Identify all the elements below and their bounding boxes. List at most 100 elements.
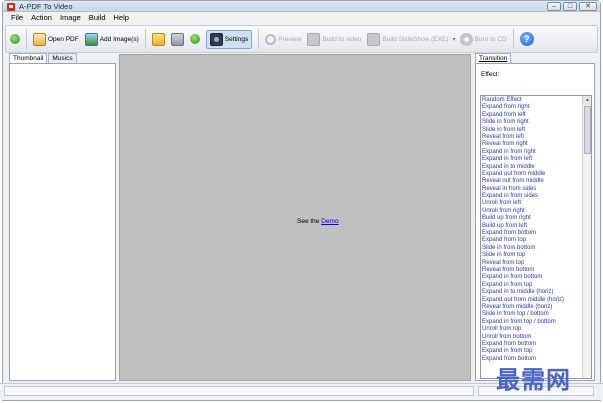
effect-list-item[interactable]: Slide in from top / bottom [481, 311, 581, 318]
effect-list-item[interactable]: Expand out from middle [481, 171, 581, 178]
left-tab-strip: Thumbnail Musics [9, 53, 78, 63]
effect-list-item[interactable]: Expand in from top [481, 282, 581, 289]
transition-panel: Effect: Random Effect Expand from right Ex… [475, 63, 595, 381]
effect-list-item[interactable]: Reveal from bottom [481, 267, 581, 274]
settings-icon [209, 32, 223, 46]
open-pdf-label: Open PDF [48, 35, 79, 43]
preview-label: Preview [278, 35, 302, 43]
menu-bar: File Action Image Build Help [3, 12, 600, 23]
open-project-button[interactable] [151, 32, 165, 46]
status-cell-main [4, 386, 474, 396]
green-help-icon [189, 34, 200, 44]
effect-list-item[interactable]: Expand from left [481, 112, 581, 119]
effect-list-item[interactable]: Reveal from middle (horiz) [481, 304, 581, 311]
menu-image[interactable]: Image [60, 13, 81, 22]
tab-transition[interactable]: Transition [475, 53, 512, 63]
maximize-button[interactable]: □ [563, 2, 577, 11]
effect-listbox[interactable]: Random Effect Expand from right Expand fro… [480, 95, 592, 379]
chevron-down-icon[interactable]: ▾ [453, 36, 456, 43]
effect-list-item[interactable]: Unroll from bottom [481, 334, 581, 341]
build-video-button[interactable]: Build to video [307, 32, 362, 46]
effect-list-item[interactable]: Expand from right [481, 104, 581, 111]
menu-build[interactable]: Build [89, 13, 106, 22]
tab-musics[interactable]: Musics [48, 53, 77, 63]
magnifier-icon [265, 33, 277, 45]
toolbar-separator [144, 29, 146, 49]
close-button[interactable]: ✕ [579, 2, 597, 11]
settings-label: Settings [224, 35, 249, 43]
toolbar-separator [26, 29, 27, 49]
toolbar-separator [512, 29, 514, 49]
preview-button[interactable]: Preview [265, 33, 302, 45]
effect-list-item[interactable]: Expand in from top / bottom [481, 319, 581, 326]
effect-list-item[interactable]: Slide in from right [481, 119, 581, 126]
effect-list-item[interactable]: Slide in from top [481, 252, 581, 259]
save-icon [170, 32, 184, 46]
effect-list-item[interactable]: Reveal out from middle [481, 178, 581, 185]
window-title: A-PDF To Video [19, 2, 73, 11]
effect-list-item[interactable]: Unroll from right [481, 208, 581, 215]
window-controls: – □ ✕ [547, 2, 597, 11]
toolbar: Open PDF Add Image(s) Settings Preview B… [5, 25, 598, 53]
effect-items: Random Effect Expand from right Expand fro… [481, 97, 581, 363]
effect-list-item[interactable]: Unroll from top [481, 326, 581, 333]
effect-scrollbar[interactable]: ▲ [582, 96, 591, 378]
tab-thumbnail[interactable]: Thumbnail [9, 53, 48, 63]
menu-action[interactable]: Action [31, 13, 52, 22]
effect-list-item[interactable]: Slide in from bottom [481, 245, 581, 252]
menu-file[interactable]: File [11, 13, 23, 22]
right-tab-strip: Transition [475, 53, 512, 63]
open-pdf-button[interactable]: Open PDF [33, 32, 79, 46]
demo-link[interactable]: Demo [321, 218, 338, 225]
build-video-label: Build to video [322, 35, 362, 43]
build-slideshow-button[interactable]: Build SlideShow (EXE) [367, 32, 449, 46]
minimize-button[interactable]: – [547, 2, 561, 11]
effect-list-item[interactable]: Random Effect [481, 97, 581, 104]
scroll-up-icon[interactable]: ▲ [583, 96, 591, 105]
effect-list-item[interactable]: Expand in from left [481, 156, 581, 163]
effect-list-item[interactable]: Reveal from left [481, 134, 581, 141]
preview-area: See the Demo [119, 54, 471, 381]
watermark: 最需网 [496, 365, 571, 394]
effect-list-item[interactable]: Expand in to middle (horiz) [481, 289, 581, 296]
green-circle-icon [10, 34, 20, 44]
help-icon: ? [519, 32, 534, 46]
save-project-button[interactable] [170, 32, 184, 46]
effect-list-item[interactable]: Expand in from sides [481, 193, 581, 200]
thumbnail-panel[interactable] [9, 63, 116, 381]
disc-icon [459, 32, 473, 46]
effect-list-item[interactable]: Expand in to middle [481, 164, 581, 171]
effect-list-item[interactable]: Expand in from bottom [481, 274, 581, 281]
new-project-button[interactable] [10, 34, 20, 44]
see-demo-prefix: See the [297, 218, 320, 225]
toolbar-separator [258, 29, 260, 49]
effect-list-item[interactable]: Reveal in from sides [481, 186, 581, 193]
add-images-label: Add Image(s) [99, 35, 139, 43]
effect-list-item[interactable]: Build up from right [481, 215, 581, 222]
pdf-icon [33, 32, 46, 46]
effect-list-item[interactable]: Expand from bottom [481, 341, 581, 348]
menu-help[interactable]: Help [114, 13, 129, 22]
effect-list-item[interactable]: Expand in from right [481, 149, 581, 156]
effect-list-item[interactable]: Build up from left [481, 223, 581, 230]
film-icon [307, 32, 321, 46]
effect-list-item[interactable]: Unroll from left [481, 200, 581, 207]
scroll-thumb[interactable] [584, 106, 591, 154]
effect-list-item[interactable]: Expand from top [481, 237, 581, 244]
effect-list-item[interactable]: Reveal from right [481, 141, 581, 148]
burn-cd-button[interactable]: Burn to CD [459, 32, 507, 46]
burn-cd-label: Burn to CD [474, 35, 507, 43]
folder-icon [151, 32, 165, 46]
effect-list-item[interactable]: Expand from bottom [481, 230, 581, 237]
effect-list-item[interactable]: Expand in from top [481, 348, 581, 355]
info-button[interactable] [189, 34, 200, 44]
add-images-button[interactable]: Add Image(s) [84, 32, 139, 46]
effect-list-item[interactable]: Reveal from top [481, 260, 581, 267]
slideshow-icon [367, 32, 381, 46]
effect-label: Effect: [481, 71, 500, 78]
settings-button[interactable]: Settings [205, 29, 253, 49]
effect-list-item[interactable]: Slide in from left [481, 127, 581, 134]
effect-list-item[interactable]: Expand out from middle (horiz) [481, 297, 581, 304]
help-button[interactable]: ? [519, 32, 534, 46]
see-demo-text: See the Demo [297, 218, 339, 225]
